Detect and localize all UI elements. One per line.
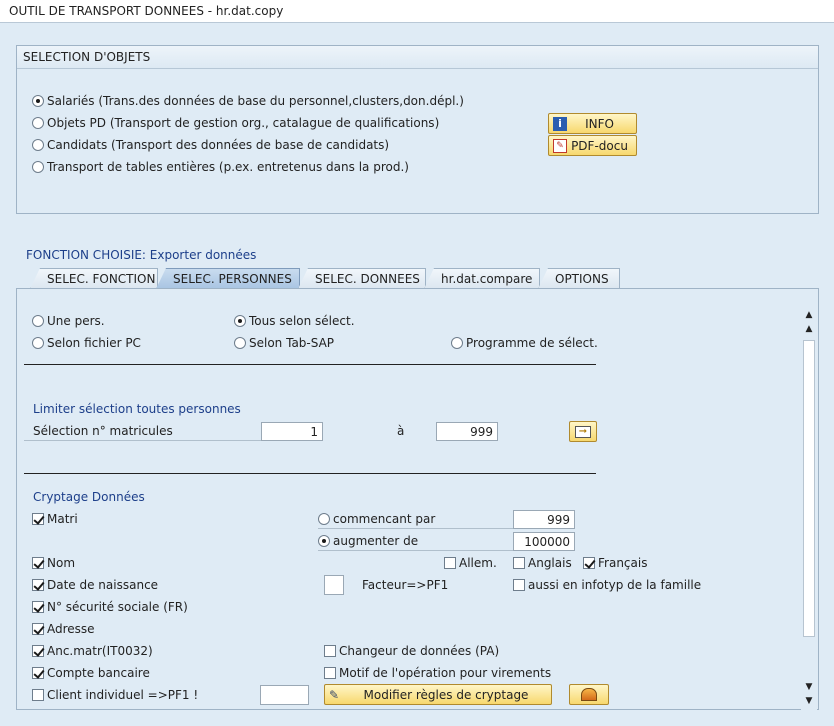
crypt-section-title: Cryptage Données: [33, 490, 145, 504]
pdf-docu-button[interactable]: ✎ PDF-docu: [548, 135, 637, 156]
factor-input[interactable]: [324, 575, 344, 595]
tab-selec-donnees[interactable]: SELEC. DONNEES: [298, 268, 426, 289]
image-icon-button[interactable]: [569, 684, 609, 705]
object-selection-title: SELECTION D'OBJETS: [17, 46, 818, 69]
checkbox-changeur[interactable]: Changeur de données (PA): [324, 644, 499, 658]
checkbox-indicator[interactable]: [444, 557, 456, 569]
multiple-selection-button[interactable]: ➞: [569, 421, 597, 442]
checkbox-indicator[interactable]: [32, 513, 44, 525]
checkbox-client-individuel[interactable]: Client individuel =>PF1 !: [32, 688, 198, 702]
checkbox-famille[interactable]: aussi en infotyp de la famille: [513, 578, 701, 592]
scroll-down-icon[interactable]: ▼: [801, 680, 817, 694]
vertical-scrollbar[interactable]: ▲ ▲ ▼ ▼: [801, 308, 817, 710]
radio-augmenter-de[interactable]: augmenter de: [318, 534, 418, 548]
radio-objets-pd[interactable]: Objets PD (Transport de gestion org., ca…: [32, 116, 439, 130]
radio-indicator[interactable]: [32, 161, 44, 173]
limit-section-title: Limiter sélection toutes personnes: [33, 402, 241, 416]
checkbox-indicator[interactable]: [324, 667, 336, 679]
radio-indicator[interactable]: [32, 315, 44, 327]
increase-value-input[interactable]: 100000: [513, 532, 575, 551]
checkbox-allem[interactable]: Allem.: [444, 556, 497, 570]
tab-hr-dat-compare[interactable]: hr.dat.compare: [424, 268, 540, 289]
radio-indicator[interactable]: [318, 513, 330, 525]
radio-indicator[interactable]: [32, 139, 44, 151]
modify-crypt-rules-button[interactable]: ✎ Modifier règles de cryptage: [324, 684, 552, 705]
radio-selon-tab-sap[interactable]: Selon Tab-SAP: [234, 336, 334, 350]
checkbox-motif-operation[interactable]: Motif de l'opération pour virements: [324, 666, 551, 680]
checkbox-compte-bancaire[interactable]: Compte bancaire: [32, 666, 150, 680]
radio-tous-selon-select[interactable]: Tous selon sélect.: [234, 314, 355, 328]
radio-indicator[interactable]: [32, 337, 44, 349]
pencil-icon: ✎: [329, 687, 340, 702]
separator: [24, 364, 596, 365]
radio-candidats[interactable]: Candidats (Transport des données de base…: [32, 138, 389, 152]
factor-label: Facteur=>PF1: [362, 578, 449, 592]
radio-indicator[interactable]: [32, 95, 44, 107]
matricule-from-input[interactable]: 1: [261, 422, 323, 441]
increase-underline: [318, 550, 513, 551]
checkbox-indicator[interactable]: [513, 579, 525, 591]
checkbox-indicator[interactable]: [32, 667, 44, 679]
checkbox-francais[interactable]: Français: [583, 556, 647, 570]
radio-indicator[interactable]: [32, 117, 44, 129]
radio-une-pers[interactable]: Une pers.: [32, 314, 105, 328]
scroll-up-secondary-icon[interactable]: ▲: [801, 322, 817, 336]
checkbox-matri[interactable]: Matri: [32, 512, 78, 526]
matricule-to-input[interactable]: 999: [436, 422, 498, 441]
radio-commencant-par[interactable]: commencant par: [318, 512, 435, 526]
radio-tables[interactable]: Transport de tables entières (p.ex. entr…: [32, 160, 409, 174]
checkbox-indicator[interactable]: [32, 689, 44, 701]
radio-indicator[interactable]: [451, 337, 463, 349]
checkbox-anglais[interactable]: Anglais: [513, 556, 572, 570]
checkbox-adresse[interactable]: Adresse: [32, 622, 95, 636]
selected-function-label: FONCTION CHOISIE: Exporter données: [26, 248, 257, 262]
checkbox-indicator[interactable]: [32, 623, 44, 635]
scroll-down-secondary-icon[interactable]: ▼: [801, 694, 817, 708]
checkbox-indicator[interactable]: [513, 557, 525, 569]
client-input[interactable]: [260, 685, 309, 705]
checkbox-indicator[interactable]: [32, 645, 44, 657]
checkbox-indicator[interactable]: [32, 601, 44, 613]
checkbox-nom[interactable]: Nom: [32, 556, 75, 570]
scroll-thumb[interactable]: [803, 340, 815, 637]
radio-indicator[interactable]: [234, 337, 246, 349]
picture-icon: [581, 688, 597, 701]
info-button[interactable]: i INFO: [548, 113, 637, 134]
start-underline: [318, 528, 513, 529]
checkbox-securite-sociale[interactable]: N° sécurité sociale (FR): [32, 600, 188, 614]
arrow-right-icon: ➞: [575, 425, 591, 438]
tab-selec-personnes[interactable]: SELEC. PERSONNES: [156, 268, 300, 289]
tab-options[interactable]: OPTIONS: [538, 268, 620, 289]
window-title: OUTIL DE TRANSPORT DONNEES - hr.dat.copy: [0, 0, 834, 23]
checkbox-date-naissance[interactable]: Date de naissance: [32, 578, 158, 592]
radio-salaries[interactable]: Salariés (Trans.des données de base du p…: [32, 94, 464, 108]
tab-selec-fonction[interactable]: SELEC. FONCTION: [30, 268, 158, 289]
matricule-underline: [24, 440, 261, 441]
matricule-label: Sélection n° matricules: [33, 424, 173, 438]
separator: [24, 473, 596, 474]
to-label: à: [397, 424, 405, 438]
checkbox-indicator[interactable]: [32, 557, 44, 569]
checkbox-indicator[interactable]: [583, 557, 595, 569]
checkbox-indicator[interactable]: [324, 645, 336, 657]
radio-programme-select[interactable]: Programme de sélect.: [451, 336, 598, 350]
pdf-icon: ✎: [553, 138, 567, 153]
radio-indicator[interactable]: [318, 535, 330, 547]
info-icon: i: [553, 116, 567, 131]
start-value-input[interactable]: 999: [513, 510, 575, 529]
radio-selon-fichier-pc[interactable]: Selon fichier PC: [32, 336, 141, 350]
checkbox-anc-matr[interactable]: Anc.matr(IT0032): [32, 644, 153, 658]
scroll-up-icon[interactable]: ▲: [801, 308, 817, 322]
checkbox-indicator[interactable]: [32, 579, 44, 591]
radio-indicator[interactable]: [234, 315, 246, 327]
